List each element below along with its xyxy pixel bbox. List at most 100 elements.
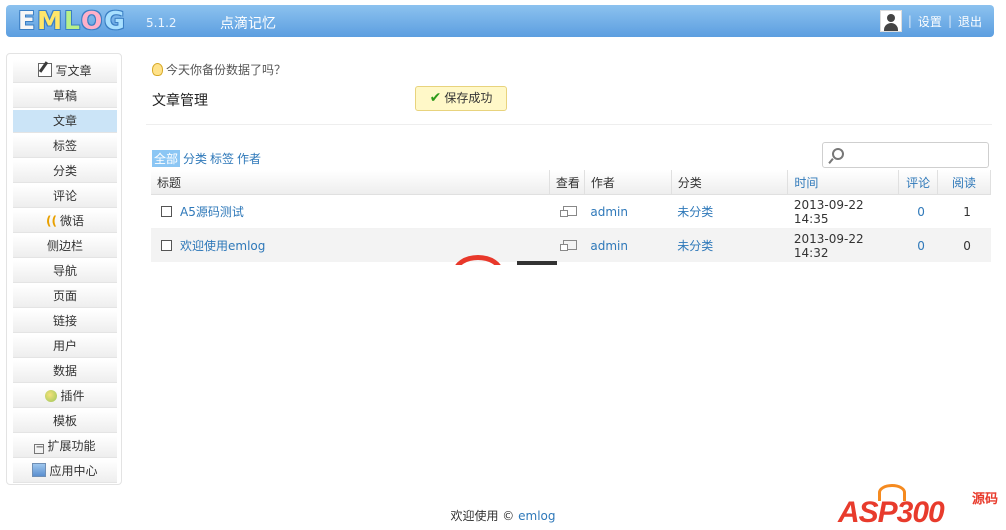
- watermark-text: ASP300: [838, 496, 945, 529]
- category-cell: 未分类: [671, 228, 788, 262]
- sidebar-item-label: 标签: [52, 139, 77, 153]
- avatar[interactable]: [879, 10, 902, 32]
- sidebar-item-write[interactable]: 写文章: [13, 60, 117, 83]
- table-header-row: 标题 查看 作者 分类 时间 评论 阅读: [151, 170, 991, 195]
- reads-cell: 0: [937, 228, 991, 262]
- sidebar-item-templates[interactable]: 模板: [13, 410, 117, 433]
- sidebar-item-tags[interactable]: 标签: [13, 135, 117, 158]
- page-title: 文章管理: [152, 93, 208, 109]
- table-row: A5源码测试 admin 未分类 2013-09-22 14:35 0 1: [151, 194, 991, 229]
- column-comments[interactable]: 评论: [898, 170, 939, 195]
- emlog-logo[interactable]: EMLOG: [18, 5, 127, 37]
- search-input[interactable]: [822, 142, 989, 168]
- footer-text: 欢迎使用 ©: [450, 509, 515, 523]
- article-title-link[interactable]: A5源码测试: [180, 205, 244, 219]
- comments-cell: 0: [898, 228, 938, 262]
- sidebar-item-widgets[interactable]: 侧边栏: [13, 235, 117, 258]
- sidebar-item-users[interactable]: 用户: [13, 335, 117, 358]
- logo-letter: M: [37, 6, 64, 35]
- watermark-subtext: 源码: [972, 491, 999, 506]
- author-cell: admin: [584, 228, 672, 262]
- top-header-bar: EMLOG 5.1.2 点滴记忆 | 设置 | 退出: [6, 5, 994, 37]
- title-cell: A5源码测试: [151, 194, 550, 229]
- sidebar-item-categories[interactable]: 分类: [13, 160, 117, 183]
- sidebar-item-label: 模板: [52, 414, 77, 428]
- sidebar-item-label: 评论: [52, 189, 77, 203]
- divider: [146, 124, 992, 125]
- logo-letter: L: [63, 6, 82, 35]
- avatar-body-shape: [883, 23, 898, 31]
- write-icon: [38, 63, 53, 77]
- separator: |: [907, 14, 912, 28]
- filter-tag[interactable]: 标签: [210, 150, 234, 167]
- sidebar-item-navigation[interactable]: 导航: [13, 260, 117, 283]
- author-cell: admin: [584, 194, 672, 229]
- column-title[interactable]: 标题: [151, 170, 550, 195]
- article-title-link[interactable]: 欢迎使用emlog: [180, 239, 265, 253]
- sidebar-item-data[interactable]: 数据: [13, 360, 117, 383]
- column-time[interactable]: 时间: [787, 170, 900, 195]
- sidebar-item-links[interactable]: 链接: [13, 310, 117, 333]
- sidebar-item-label: 侧边栏: [46, 239, 83, 253]
- time-cell: 2013-09-22 14:35: [787, 194, 899, 229]
- blog-name-link[interactable]: 点滴记忆: [220, 13, 276, 33]
- backup-tip: 今天你备份数据了吗？: [152, 61, 286, 78]
- search-icon: [832, 148, 844, 160]
- view-window-icon[interactable]: [559, 239, 577, 251]
- filter-all[interactable]: 全部: [152, 150, 181, 167]
- category-link[interactable]: 未分类: [677, 205, 713, 219]
- sidebar-item-comments[interactable]: 评论: [13, 185, 117, 208]
- separator: |: [947, 14, 952, 28]
- avatar-head-shape: [886, 14, 895, 22]
- checkmark-icon: ✔: [429, 90, 442, 106]
- sidebar-item-app-center[interactable]: 应用中心: [13, 460, 117, 483]
- sidebar-item-label: 数据: [52, 364, 77, 378]
- backup-tip-text: 今天你备份数据了吗？: [166, 63, 287, 77]
- author-link[interactable]: admin: [590, 239, 628, 253]
- plugin-icon: [45, 390, 58, 402]
- category-cell: 未分类: [671, 194, 788, 229]
- filter-category[interactable]: 分类: [183, 150, 207, 167]
- sidebar-item-drafts[interactable]: 草稿: [13, 85, 117, 108]
- filter-author[interactable]: 作者: [237, 150, 261, 167]
- asp300-watermark: ASP300 源码: [838, 484, 999, 529]
- swoosh-shape: [453, 255, 503, 265]
- logout-link[interactable]: 退出: [958, 13, 982, 30]
- logo-letter: O: [81, 6, 105, 35]
- row-checkbox[interactable]: [161, 206, 172, 217]
- lightbulb-icon: [152, 63, 163, 76]
- comments-cell: 0: [898, 194, 938, 229]
- column-author: 作者: [584, 170, 672, 195]
- save-success-message: ✔ 保存成功: [415, 86, 507, 111]
- app-center-icon: [32, 463, 47, 477]
- sidebar-item-weibo[interactable]: ((微语: [13, 210, 117, 233]
- category-link[interactable]: 未分类: [677, 239, 713, 253]
- save-success-text: 保存成功: [444, 91, 493, 105]
- reads-cell: 1: [937, 194, 991, 229]
- header-user-area: | 设置 | 退出: [879, 10, 982, 32]
- logo-letter: E: [18, 6, 38, 35]
- footer-emlog-link[interactable]: emlog: [518, 509, 555, 523]
- sidebar-item-label: 草稿: [52, 89, 77, 103]
- sidebar-item-articles[interactable]: 文章: [13, 110, 117, 133]
- version-label: 5.1.2: [146, 16, 177, 30]
- watermark-logo-fragment: [437, 249, 577, 265]
- column-view: 查看: [549, 170, 585, 195]
- logo-letter: G: [104, 6, 127, 35]
- sidebar-item-label: 导航: [52, 264, 77, 278]
- bar-shape: [517, 261, 557, 265]
- column-reads[interactable]: 阅读: [937, 170, 991, 195]
- comments-link[interactable]: 0: [917, 239, 925, 253]
- author-link[interactable]: admin: [590, 205, 628, 219]
- sidebar-item-label: 链接: [52, 314, 77, 328]
- view-window-icon[interactable]: [559, 205, 577, 217]
- sidebar-item-label: 应用中心: [49, 464, 98, 478]
- sidebar-item-label: 扩展功能: [47, 439, 96, 453]
- row-checkbox[interactable]: [161, 240, 172, 251]
- sidebar-item-extensions[interactable]: − 扩展功能: [13, 435, 117, 458]
- settings-link[interactable]: 设置: [918, 13, 942, 30]
- sidebar-item-label: 用户: [52, 339, 77, 353]
- comments-link[interactable]: 0: [917, 205, 925, 219]
- sidebar-item-pages[interactable]: 页面: [13, 285, 117, 308]
- sidebar-item-plugins[interactable]: 插件: [13, 385, 117, 408]
